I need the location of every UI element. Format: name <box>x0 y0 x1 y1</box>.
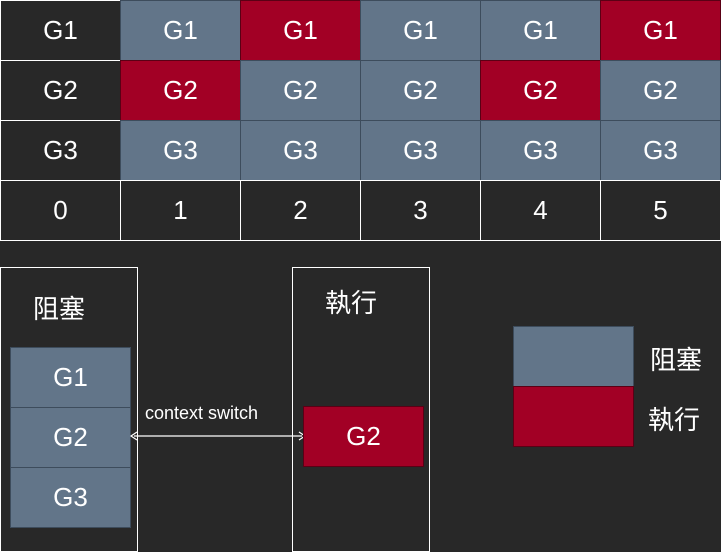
scheduling-timeline: G1 G1 G1 G1 G1 G1 G2 G2 G2 G2 G2 G2 G3 G… <box>0 0 721 241</box>
context-switch-label: context switch <box>145 403 259 423</box>
timeline-cell-g3-t4: G3 <box>480 120 601 181</box>
time-label-2: 2 <box>240 180 361 241</box>
row-label-g1: G1 <box>0 0 121 61</box>
timeline-cell-g3-t3: G3 <box>360 120 481 181</box>
running-box-title: 執行 <box>325 288 378 318</box>
legend-running-label: 執行 <box>648 405 701 435</box>
time-label-5: 5 <box>600 180 721 241</box>
blocked-queue-title: 阻塞 <box>33 294 86 324</box>
time-label-0: 0 <box>0 180 121 241</box>
time-label-3: 3 <box>360 180 481 241</box>
legend-blocked-label: 阻塞 <box>650 345 703 375</box>
timeline-cell-g2-t5: G2 <box>600 60 721 121</box>
timeline-cell-g1-t4: G1 <box>480 0 601 61</box>
blocked-item-g2: G2 <box>10 407 131 468</box>
legend-running-swatch <box>513 386 634 447</box>
blocked-item-g3: G3 <box>10 467 131 528</box>
timeline-cell-g1-t1: G1 <box>120 0 241 61</box>
context-switch-arrow <box>129 431 307 441</box>
timeline-cell-g2-t3: G2 <box>360 60 481 121</box>
timeline-cell-g2-t4: G2 <box>480 60 601 121</box>
timeline-cell-g3-t5: G3 <box>600 120 721 181</box>
running-item-g2: G2 <box>303 406 424 467</box>
row-label-g3: G3 <box>0 120 121 181</box>
blocked-item-g1: G1 <box>10 347 131 408</box>
timeline-cell-g3-t1: G3 <box>120 120 241 181</box>
row-label-g2: G2 <box>0 60 121 121</box>
time-label-4: 4 <box>480 180 601 241</box>
time-label-1: 1 <box>120 180 241 241</box>
timeline-cell-g1-t3: G1 <box>360 0 481 61</box>
legend-blocked-swatch <box>513 326 634 387</box>
timeline-cell-g2-t1: G2 <box>120 60 241 121</box>
timeline-cell-g3-t2: G3 <box>240 120 361 181</box>
timeline-cell-g1-t2: G1 <box>240 0 361 61</box>
timeline-cell-g2-t2: G2 <box>240 60 361 121</box>
timeline-cell-g1-t5: G1 <box>600 0 721 61</box>
